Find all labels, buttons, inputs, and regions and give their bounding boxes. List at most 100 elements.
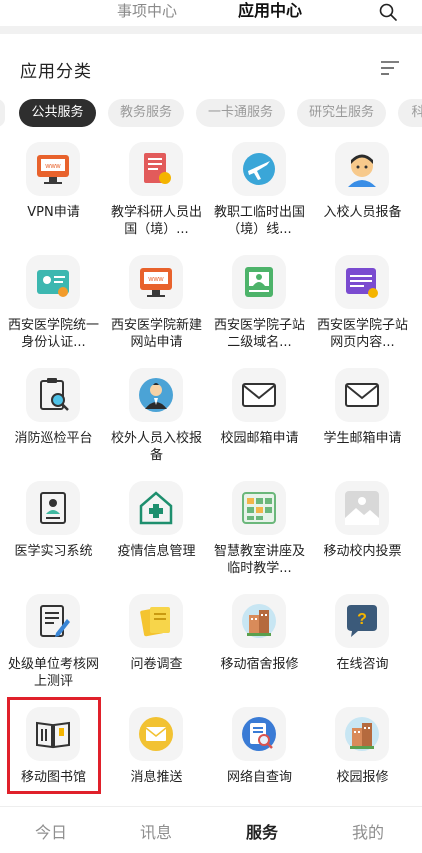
- app-label: 移动校内投票: [323, 544, 402, 559]
- app-vpn-apply[interactable]: www VPN申请: [0, 138, 103, 250]
- app-visitor-report[interactable]: 入校人员报备: [309, 138, 412, 250]
- airplane-icon: [243, 153, 275, 185]
- app-tile: [335, 255, 389, 309]
- app-tile: [129, 368, 183, 422]
- app-label: 西安医学院子站网页内容...: [316, 318, 408, 350]
- app-label: 校外人员入校报备: [110, 431, 202, 463]
- calendar-grid-icon: [242, 492, 276, 524]
- app-campus-repair[interactable]: 校园报修: [309, 703, 412, 815]
- medical-house-icon: [139, 491, 173, 525]
- app-department-assessment[interactable]: 处级单位考核网上测评: [0, 590, 103, 702]
- monitor-www-icon: www: [140, 268, 172, 297]
- bottom-tab-mine[interactable]: 我的: [352, 819, 384, 843]
- document-pencil-icon: [40, 605, 70, 637]
- search-icon[interactable]: [378, 2, 398, 22]
- app-research-staff-abroad[interactable]: 教学科研人员出国（境）...: [103, 138, 206, 250]
- app-label: 处级单位考核网上测评: [7, 657, 99, 689]
- app-label: 教学科研人员出国（境）...: [110, 205, 202, 237]
- app-dorm-repair[interactable]: 移动宿舍报修: [206, 590, 309, 702]
- category-chip-research[interactable]: 科: [398, 99, 422, 127]
- app-label: 问卷调查: [130, 657, 183, 672]
- app-tile: ?: [335, 594, 389, 648]
- app-label: 教职工临时出国（境）线...: [213, 205, 305, 237]
- app-tile: [335, 707, 389, 761]
- app-tile: [232, 707, 286, 761]
- svg-text:www: www: [147, 276, 164, 283]
- sort-icon[interactable]: [380, 58, 400, 78]
- category-tabs: 公共服务 教务服务 一卡通服务 研究生服务 科: [0, 99, 422, 127]
- person-face-icon: [348, 154, 376, 187]
- category-chip-graduate-service[interactable]: 研究生服务: [297, 99, 386, 127]
- monitor-www-icon: www: [37, 155, 69, 184]
- app-smart-classroom[interactable]: 智慧教室讲座及临时教学...: [206, 477, 309, 589]
- app-network-query[interactable]: 网络自查询: [206, 703, 309, 815]
- app-tile: [26, 255, 80, 309]
- app-online-consult[interactable]: ? 在线咨询: [309, 590, 412, 702]
- id-card-icon: [37, 270, 69, 297]
- app-label: 移动宿舍报修: [220, 657, 299, 672]
- app-outsider-entry[interactable]: 校外人员入校报备: [103, 364, 206, 476]
- bottom-tab-services[interactable]: 服务: [246, 819, 278, 843]
- notes-icon: [140, 607, 170, 637]
- app-tile: [129, 594, 183, 648]
- document-badge-icon: [144, 153, 171, 184]
- app-medical-internship[interactable]: 医学实习系统: [0, 477, 103, 589]
- chat-question-icon: ?: [347, 605, 377, 637]
- app-label: 疫情信息管理: [117, 544, 196, 559]
- app-label: VPN申请: [27, 205, 80, 220]
- app-subsite-content[interactable]: 西安医学院子站网页内容...: [309, 251, 412, 363]
- app-questionnaire[interactable]: 问卷调查: [103, 590, 206, 702]
- app-epidemic-info[interactable]: 疫情信息管理: [103, 477, 206, 589]
- app-tile: [232, 142, 286, 196]
- person-card-icon: [40, 492, 66, 524]
- app-unified-identity[interactable]: 西安医学院统一身份认证...: [0, 251, 103, 363]
- browser-window-icon: [346, 268, 378, 298]
- top-bar: 事项中心 应用中心: [0, 0, 422, 26]
- app-label: 网络自查询: [226, 770, 292, 785]
- app-label: 消防巡检平台: [14, 431, 93, 446]
- section-title: 应用分类: [20, 62, 92, 82]
- app-label: 校园报修: [336, 770, 389, 785]
- app-tile: [129, 481, 183, 535]
- app-label: 学生邮箱申请: [323, 431, 402, 446]
- app-campus-vote[interactable]: 移动校内投票: [309, 477, 412, 589]
- app-new-website[interactable]: www 西安医学院新建网站申请: [103, 251, 206, 363]
- app-message-push[interactable]: 消息推送: [103, 703, 206, 815]
- app-tile: [232, 368, 286, 422]
- app-subdomain[interactable]: 西安医学院子站二级域名...: [206, 251, 309, 363]
- category-chip-partial[interactable]: [0, 99, 5, 127]
- app-tile: [232, 255, 286, 309]
- document-person-icon: [245, 267, 273, 297]
- app-tile: [129, 142, 183, 196]
- search-document-icon: [242, 717, 276, 751]
- app-tile: [232, 594, 286, 648]
- envelope-circle-icon: [139, 717, 173, 751]
- app-tile: [129, 707, 183, 761]
- tab-matters-center[interactable]: 事项中心: [117, 0, 177, 22]
- app-tile: [335, 368, 389, 422]
- app-tile: [26, 481, 80, 535]
- app-fire-inspection[interactable]: 消防巡检平台: [0, 364, 103, 476]
- category-chip-academic-service[interactable]: 教务服务: [108, 99, 184, 127]
- tab-app-center[interactable]: 应用中心: [238, 0, 302, 22]
- app-tile: www: [129, 255, 183, 309]
- app-label: 消息推送: [130, 770, 183, 785]
- buildings-icon: [242, 604, 276, 638]
- app-label: 医学实习系统: [14, 544, 93, 559]
- app-label: 智慧教室讲座及临时教学...: [213, 544, 305, 576]
- app-tile: [232, 481, 286, 535]
- app-student-mail[interactable]: 学生邮箱申请: [309, 364, 412, 476]
- app-staff-temp-abroad[interactable]: 教职工临时出国（境）线...: [206, 138, 309, 250]
- bottom-tab-news[interactable]: 讯息: [140, 819, 172, 843]
- svg-text:www: www: [44, 163, 61, 170]
- category-chip-campus-card[interactable]: 一卡通服务: [196, 99, 285, 127]
- highlight-box: [7, 697, 101, 794]
- category-chip-public-service[interactable]: 公共服务: [19, 99, 96, 127]
- envelope-icon: [242, 383, 276, 407]
- app-tile: [26, 594, 80, 648]
- bottom-tab-today[interactable]: 今日: [35, 819, 67, 843]
- app-label: 入校人员报备: [323, 205, 402, 220]
- app-campus-mail[interactable]: 校园邮箱申请: [206, 364, 309, 476]
- envelope-icon: [345, 383, 379, 407]
- buildings-icon: [345, 717, 379, 751]
